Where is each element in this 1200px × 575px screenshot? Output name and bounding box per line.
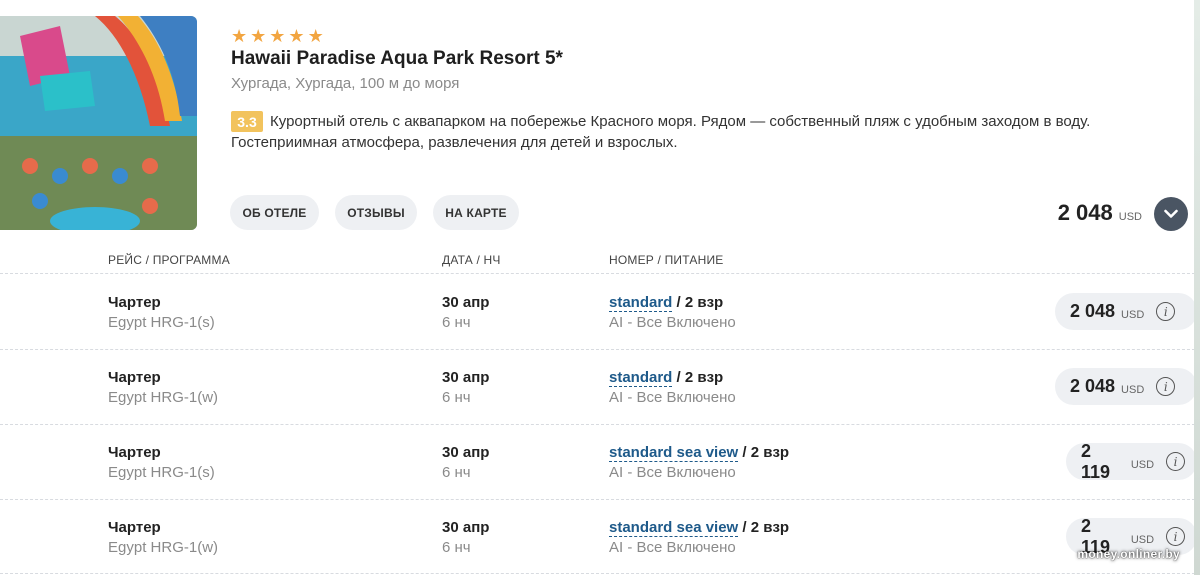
star-icon: ★	[307, 26, 324, 46]
meal-plan: AI - Все Включено	[609, 389, 736, 406]
price-currency: USD	[1130, 458, 1155, 471]
star-icon: ★	[269, 26, 286, 46]
info-icon[interactable]: i	[1156, 377, 1176, 396]
departure-date: 30 апр	[442, 519, 490, 536]
rating-badge: 3.3	[231, 111, 263, 132]
table-row[interactable]: Чартер Egypt HRG-1(s) 30 апр 6 нч standa…	[0, 274, 1200, 349]
room-info: standard / 2 взр	[609, 294, 724, 312]
guests-count: / 2 взр	[742, 444, 790, 461]
info-icon[interactable]: i	[1166, 527, 1185, 546]
meal-plan: AI - Все Включено	[609, 314, 736, 331]
column-header-room: НОМЕР / ПИТАНИЕ	[609, 253, 724, 267]
table-row[interactable]: Чартер Egypt HRG-1(w) 30 апр 6 нч standa…	[0, 499, 1200, 574]
flight-route: Egypt HRG-1(w)	[108, 389, 219, 406]
departure-date: 30 апр	[442, 369, 490, 386]
guests-count: / 2 взр	[676, 294, 724, 311]
departure-date: 30 апр	[442, 444, 490, 461]
meal-plan: AI - Все Включено	[609, 539, 736, 556]
expand-offers-button[interactable]	[1154, 197, 1188, 231]
price-amount: 2 048	[1070, 301, 1116, 321]
hotel-name[interactable]: Hawaii Paradise Aqua Park Resort 5*	[231, 48, 563, 70]
price-button[interactable]: 2 048 USD i	[1055, 293, 1197, 330]
star-icon: ★	[288, 26, 305, 46]
info-icon[interactable]: i	[1156, 302, 1176, 321]
tab-reviews[interactable]: ОТЗЫВЫ	[335, 195, 417, 230]
price-amount: 2 119	[1081, 440, 1111, 482]
flight-type: Чартер	[108, 519, 161, 536]
table-row[interactable]: Чартер Egypt HRG-1(s) 30 апр 6 нч standa…	[0, 424, 1200, 499]
page-edge-strip	[1194, 0, 1200, 575]
table-row[interactable]: Чартер Egypt HRG-1(w) 30 апр 6 нч standa…	[0, 349, 1200, 424]
room-info: standard sea view / 2 взр	[609, 444, 790, 462]
nights-count: 6 нч	[442, 464, 471, 481]
star-icon: ★	[231, 26, 248, 46]
room-type-link[interactable]: standard	[609, 294, 673, 312]
summary-price: 2 048 USD	[1058, 200, 1142, 226]
guests-count: / 2 взр	[676, 369, 724, 386]
flight-route: Egypt HRG-1(s)	[108, 314, 215, 331]
price-button[interactable]: 2 048 USD i	[1055, 368, 1197, 405]
price-currency: USD	[1130, 533, 1155, 546]
nights-count: 6 нч	[442, 314, 471, 331]
nights-count: 6 нч	[442, 539, 471, 556]
flight-route: Egypt HRG-1(w)	[108, 539, 219, 556]
star-icon: ★	[250, 26, 267, 46]
room-type-link[interactable]: standard	[609, 369, 673, 387]
chevron-down-icon	[1164, 209, 1178, 218]
summary-price-amount: 2 048	[1057, 200, 1113, 225]
meal-plan: AI - Все Включено	[609, 464, 736, 481]
watermark: money.onliner.by	[1077, 547, 1180, 561]
tab-on-map[interactable]: НА КАРТЕ	[433, 195, 519, 230]
summary-price-currency: USD	[1118, 211, 1142, 223]
guests-count: / 2 взр	[742, 519, 790, 536]
row-divider	[0, 573, 1200, 574]
tab-about-hotel[interactable]: ОБ ОТЕЛЕ	[230, 195, 319, 230]
nights-count: 6 нч	[442, 389, 471, 406]
room-info: standard sea view / 2 взр	[609, 519, 790, 537]
hotel-photo[interactable]	[0, 16, 197, 230]
flight-type: Чартер	[108, 444, 161, 461]
departure-date: 30 апр	[442, 294, 490, 311]
hotel-location: Хургада, Хургада, 100 м до моря	[231, 75, 460, 92]
flight-type: Чартер	[108, 294, 161, 311]
flight-type: Чартер	[108, 369, 161, 386]
price-button[interactable]: 2 119 USD i	[1066, 440, 1197, 482]
price-currency: USD	[1121, 383, 1145, 396]
info-icon[interactable]: i	[1166, 452, 1185, 471]
price-amount: 2 048	[1070, 376, 1116, 396]
room-type-link[interactable]: standard sea view	[609, 444, 739, 462]
hotel-description: Курортный отель с аквапарком на побережь…	[231, 113, 1091, 151]
column-header-flight: РЕЙС / ПРОГРАММА	[108, 253, 230, 267]
column-header-date: ДАТА / НЧ	[442, 253, 501, 267]
room-info: standard / 2 взр	[609, 369, 724, 387]
hotel-stars: ★ ★ ★ ★ ★	[231, 27, 324, 45]
flight-route: Egypt HRG-1(s)	[108, 464, 215, 481]
room-type-link[interactable]: standard sea view	[609, 519, 739, 537]
price-currency: USD	[1121, 308, 1145, 321]
